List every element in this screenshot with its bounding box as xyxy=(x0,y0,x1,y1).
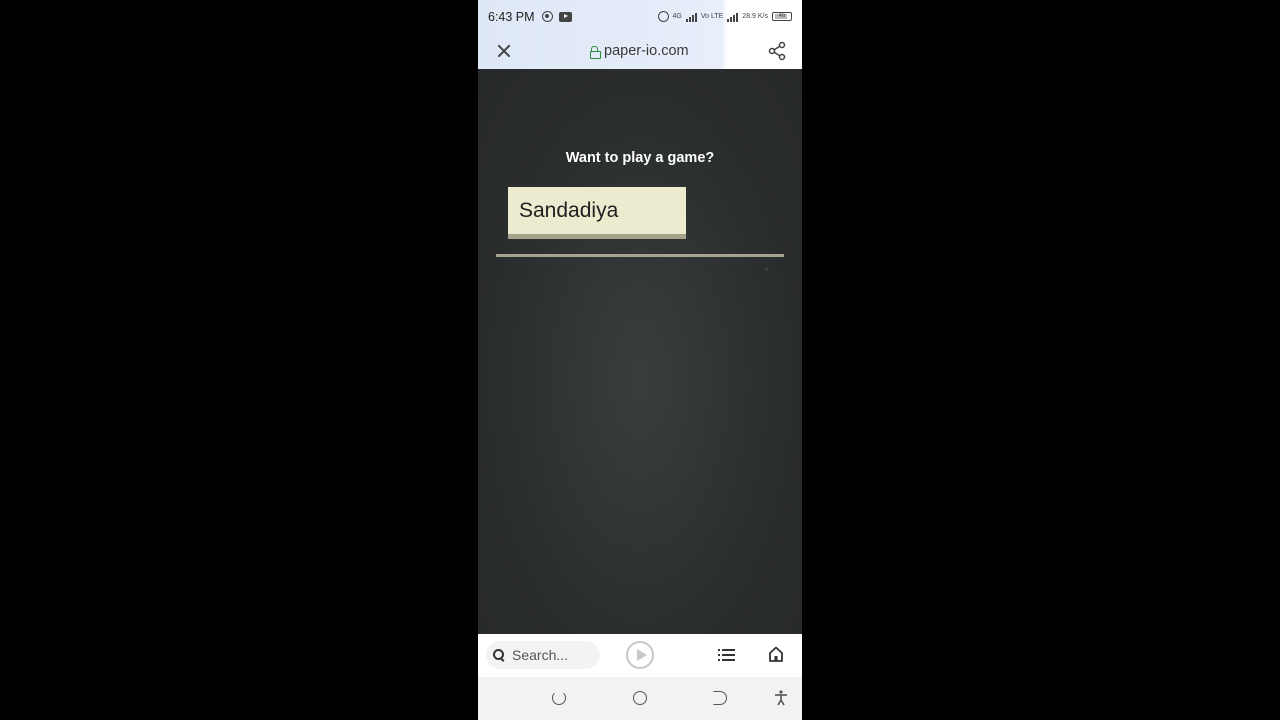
battery-icon: 46 xyxy=(772,12,792,21)
signal-icon xyxy=(685,12,697,22)
search-icon xyxy=(493,649,505,661)
game-prompt: Want to play a game? xyxy=(565,150,715,166)
lock-icon xyxy=(590,45,601,59)
status-bar: 6:43 PM 4G Vo LTE 28.9 K/s 46 xyxy=(478,0,802,33)
screen-record-icon xyxy=(541,11,553,22)
network-type-label: 4G xyxy=(672,13,682,20)
status-time: 6:43 PM xyxy=(488,9,535,24)
signal-icon-2 xyxy=(727,12,739,22)
nav-home-icon[interactable] xyxy=(633,691,647,705)
url-text: paper-io.com xyxy=(604,43,689,59)
divider-line xyxy=(496,254,784,257)
menu-list-icon[interactable] xyxy=(718,649,735,661)
status-right-icons: 4G Vo LTE 28.9 K/s 46 xyxy=(657,11,792,22)
search-bar[interactable]: Search... xyxy=(486,641,600,669)
player-name-input[interactable] xyxy=(508,187,686,239)
search-input[interactable]: Search... xyxy=(512,647,568,663)
game-canvas[interactable]: Want to play a game? ♥ xyxy=(478,69,802,634)
battery-level: 46 xyxy=(778,13,786,19)
heart-icon: ♥ xyxy=(764,265,769,274)
accessibility-icon[interactable] xyxy=(774,690,788,706)
browser-bottom-bar: Search... xyxy=(478,634,802,677)
youtube-icon xyxy=(558,11,572,22)
browser-url-bar: paper-io.com xyxy=(478,33,802,69)
volte-label: Vo LTE xyxy=(700,13,724,20)
nav-recent-icon[interactable] xyxy=(713,691,727,705)
close-icon[interactable] xyxy=(494,41,514,61)
play-icon[interactable] xyxy=(626,641,654,669)
nav-back-icon[interactable] xyxy=(552,691,566,705)
url-display[interactable]: paper-io.com xyxy=(590,43,689,59)
share-icon[interactable] xyxy=(767,41,787,61)
alarm-icon xyxy=(657,11,669,22)
home-icon[interactable] xyxy=(768,646,784,662)
phone-screen: 6:43 PM 4G Vo LTE 28.9 K/s 46 paper-io.c… xyxy=(478,0,802,720)
status-left-icons xyxy=(541,11,572,22)
system-nav-bar xyxy=(478,677,802,720)
network-speed: 28.9 K/s xyxy=(742,13,768,20)
